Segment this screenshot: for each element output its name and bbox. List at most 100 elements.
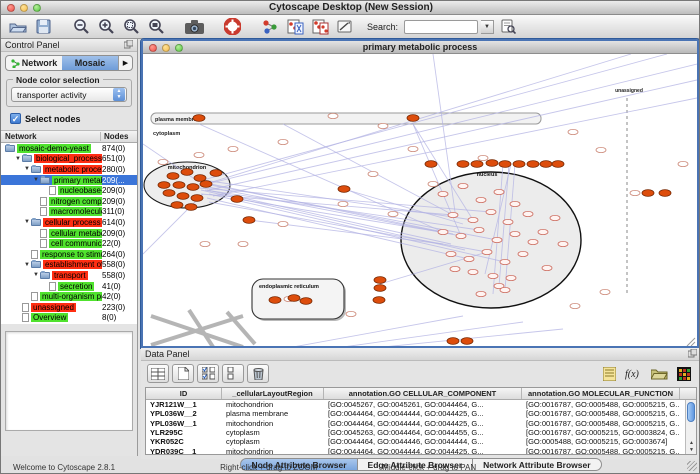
network-node[interactable]	[338, 201, 348, 206]
notes-icon[interactable]	[598, 364, 620, 383]
network-node[interactable]	[238, 241, 248, 246]
help-icon[interactable]	[221, 17, 243, 37]
network-node[interactable]	[471, 161, 483, 168]
network-node[interactable]	[570, 303, 580, 308]
tree-item[interactable]: multi-organism pro42(0)	[1, 291, 137, 302]
network-node[interactable]	[210, 170, 222, 177]
network-node[interactable]	[642, 190, 654, 197]
network-node[interactable]	[542, 265, 552, 270]
network-node[interactable]	[407, 115, 419, 122]
network-node[interactable]	[486, 209, 496, 214]
network-node[interactable]	[447, 338, 459, 345]
network-node[interactable]	[482, 249, 492, 254]
zoom-selected-icon[interactable]	[120, 17, 142, 37]
network-node[interactable]	[158, 159, 168, 164]
network-node[interactable]	[596, 147, 606, 152]
tree-item[interactable]: mosaic-demo-yeast874(0)	[1, 143, 137, 154]
network-node[interactable]	[388, 211, 398, 216]
tree-item[interactable]: secretion41(0)	[1, 281, 137, 292]
network-node[interactable]	[461, 338, 473, 345]
tree-col-network[interactable]: Network	[1, 132, 101, 141]
network-node[interactable]	[300, 298, 312, 305]
network-node[interactable]	[171, 202, 183, 209]
node-color-dropdown[interactable]: transporter activity ▲▼	[11, 87, 127, 102]
delete-attribute-icon[interactable]	[247, 364, 269, 383]
tree-disclosure-icon[interactable]: ▼	[23, 219, 31, 225]
network-node[interactable]	[486, 160, 498, 167]
network-node[interactable]	[600, 289, 610, 294]
network-node[interactable]	[492, 237, 502, 242]
window-resize-grip[interactable]	[687, 461, 697, 471]
network-node[interactable]	[374, 285, 386, 292]
tree-item[interactable]: unassigned223(0)	[1, 302, 137, 313]
tree-item[interactable]: ▼transport558(0)	[1, 270, 137, 281]
tree-disclosure-icon[interactable]: ▼	[32, 272, 40, 278]
network-node[interactable]	[378, 123, 388, 128]
network-node[interactable]	[510, 201, 520, 206]
network-window-titlebar[interactable]: primary metabolic process	[143, 41, 697, 54]
network-node[interactable]	[187, 184, 199, 191]
col-region[interactable]: _cellularLayoutRegion	[222, 388, 324, 399]
table-scrollbar[interactable]: ▲▼	[685, 400, 696, 454]
zoom-in-icon[interactable]	[95, 17, 117, 37]
network-node[interactable]	[269, 297, 281, 304]
tab-mosaic[interactable]: Mosaic	[62, 56, 118, 70]
network-node[interactable]	[368, 171, 378, 176]
network-node[interactable]	[468, 217, 478, 222]
col-cellular-component[interactable]: annotation.GO CELLULAR_COMPONENT	[324, 388, 522, 399]
float-data-panel-icon[interactable]	[688, 349, 697, 360]
scrollbar-arrows[interactable]: ▲▼	[686, 440, 697, 454]
network-node[interactable]	[568, 129, 578, 134]
table-row[interactable]: YPL036W__2plasma membrane[GO:0044464, GO…	[146, 409, 696, 418]
col-id[interactable]: ID	[146, 388, 222, 399]
network-node[interactable]	[494, 189, 504, 194]
snapshot-icon[interactable]	[183, 17, 205, 37]
tree-item[interactable]: ▼primary metabo209(...	[1, 175, 137, 186]
formula-icon[interactable]: f(x)	[623, 364, 645, 383]
network-node[interactable]	[510, 231, 520, 236]
tree-col-nodes[interactable]: Nodes	[101, 132, 137, 141]
network-node[interactable]	[408, 146, 418, 151]
tree-item[interactable]: response to stimul264(0)	[1, 249, 137, 260]
network-node[interactable]	[550, 215, 560, 220]
network-node[interactable]	[438, 191, 448, 196]
canvas-resize-grip[interactable]	[687, 338, 695, 346]
network-node[interactable]	[458, 183, 468, 188]
layout-network-icon[interactable]	[284, 17, 306, 37]
zoom-fit-icon[interactable]	[145, 17, 167, 37]
network-node[interactable]	[328, 113, 338, 118]
attribute-table-icon[interactable]	[147, 364, 169, 383]
search-dropdown-icon[interactable]: ▼	[481, 20, 494, 34]
search-options-icon[interactable]	[497, 17, 519, 37]
network-node[interactable]	[503, 219, 513, 224]
network-node[interactable]	[288, 295, 300, 302]
network-node[interactable]	[338, 186, 350, 193]
network-node[interactable]	[446, 251, 456, 256]
network-node[interactable]	[488, 273, 498, 278]
network-node[interactable]	[500, 287, 510, 292]
network-node[interactable]	[194, 152, 204, 157]
network-node[interactable]	[158, 182, 170, 189]
tree-item[interactable]: nitrogen compo209(0)	[1, 196, 137, 207]
unselect-attributes-icon[interactable]	[222, 364, 244, 383]
table-row[interactable]: YJR121W__1mitochondrion[GO:0045267, GO:0…	[146, 400, 696, 409]
network-node[interactable]	[450, 266, 460, 271]
search-input[interactable]	[404, 20, 478, 34]
network-node[interactable]	[540, 161, 552, 168]
network-node[interactable]	[538, 229, 548, 234]
table-row[interactable]: YLR295Ccytoplasm[GO:0045263, GO:0044464,…	[146, 428, 696, 437]
network-node[interactable]	[478, 155, 488, 160]
network-node[interactable]	[231, 196, 243, 203]
network-canvas[interactable]: plasma membrane cytoplasm mitochondrion …	[143, 54, 697, 346]
network-node[interactable]	[373, 297, 385, 304]
table-row[interactable]: YKR052Ccytoplasm[GO:0044464, GO:0044446,…	[146, 437, 696, 446]
network-node[interactable]	[500, 259, 510, 264]
network-node[interactable]	[552, 161, 564, 168]
network-node[interactable]	[474, 227, 484, 232]
tree-item[interactable]: ▼establishment of lo558(0)	[1, 260, 137, 271]
network-node[interactable]	[278, 139, 288, 144]
network-node[interactable]	[499, 161, 511, 168]
tree-disclosure-icon[interactable]: ▼	[14, 156, 22, 162]
tree-item[interactable]: cell communicat22(0)	[1, 238, 137, 249]
select-attributes-icon[interactable]	[197, 364, 219, 383]
